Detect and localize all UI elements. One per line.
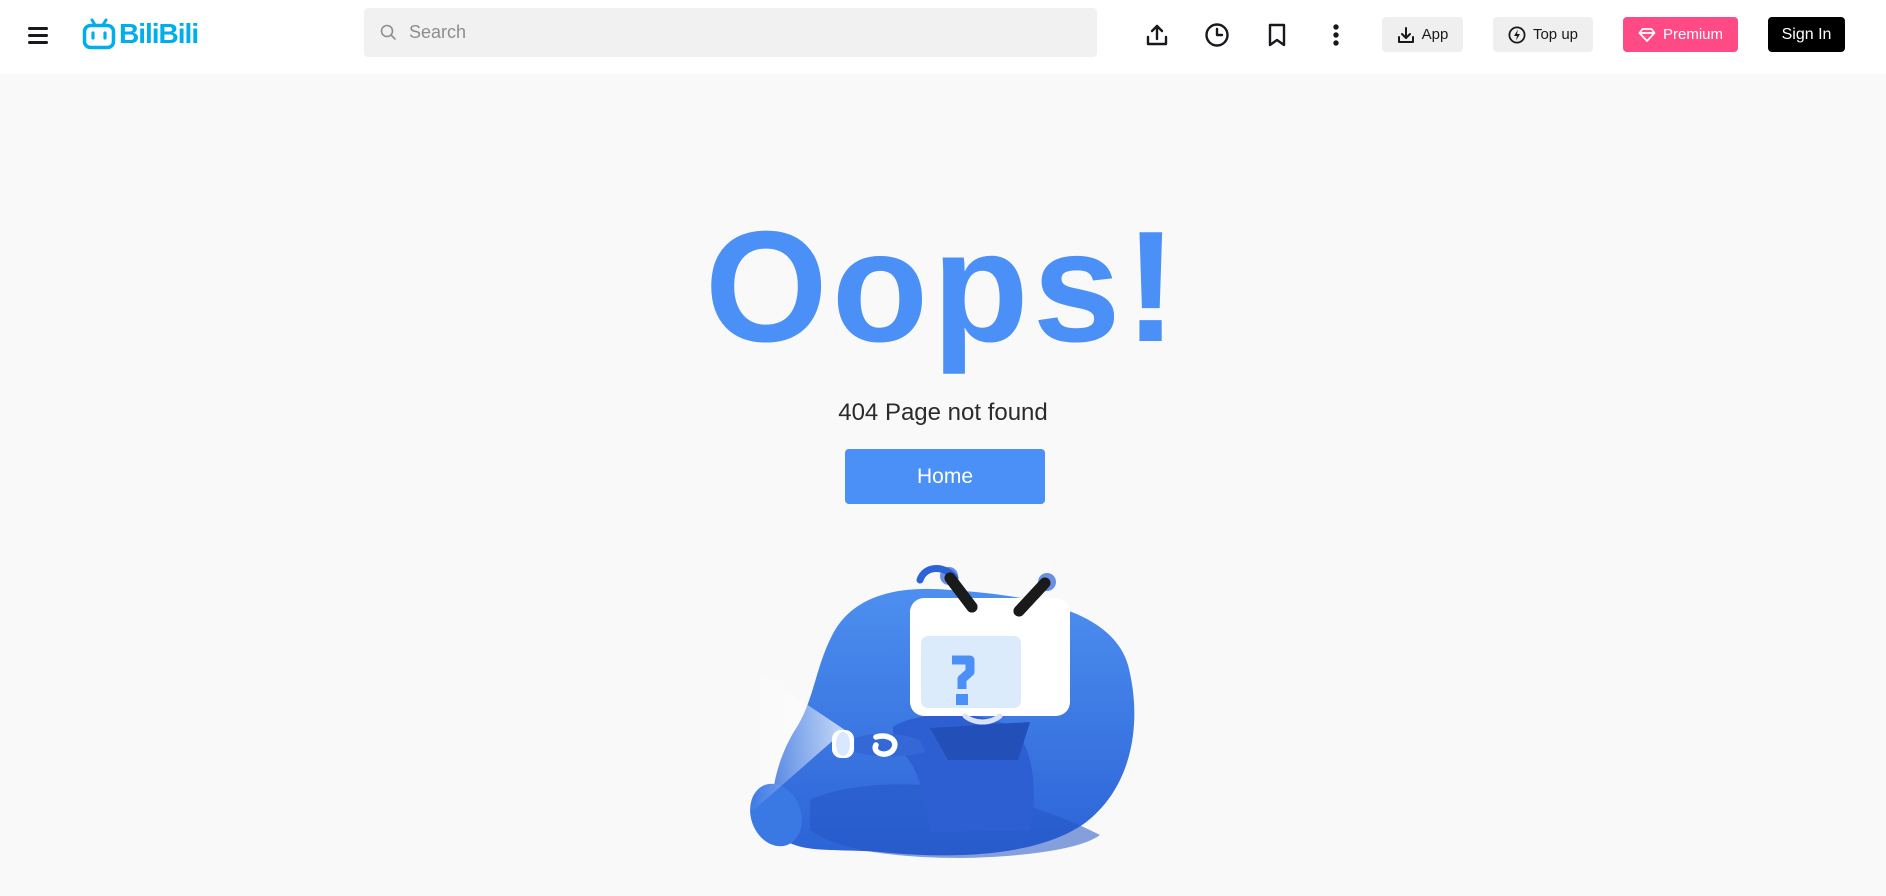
diamond-icon — [1638, 27, 1656, 42]
premium-label: Premium — [1662, 26, 1723, 43]
error-message: 404 Page not found — [838, 399, 1048, 426]
search-icon — [380, 24, 396, 40]
topup-label: Top up — [1532, 26, 1579, 43]
bilibili-tv-icon — [82, 18, 116, 50]
home-button[interactable]: Home — [845, 449, 1045, 504]
sign-in-button[interactable]: Sign In — [1768, 17, 1845, 52]
search-bar[interactable] — [364, 8, 1097, 57]
app-label: App — [1421, 26, 1449, 43]
logo-text: BiliBili — [119, 18, 199, 49]
search-input[interactable] — [409, 22, 1089, 43]
top-header: BiliBili App — [0, 0, 1886, 74]
premium-button[interactable]: Premium — [1623, 17, 1738, 52]
more-icon[interactable] — [1321, 20, 1351, 50]
sign-in-label: Sign In — [1781, 25, 1832, 43]
logo[interactable]: BiliBili — [82, 16, 199, 52]
upload-icon[interactable] — [1142, 20, 1172, 50]
error-headline: Oops! — [704, 199, 1182, 375]
app-button[interactable]: App — [1382, 17, 1463, 52]
tv-mascot-illustration — [748, 565, 1135, 858]
download-icon — [1397, 26, 1414, 43]
topup-button[interactable]: Top up — [1493, 17, 1593, 52]
history-icon[interactable] — [1202, 20, 1232, 50]
menu-icon[interactable] — [26, 24, 52, 46]
lightning-icon — [1508, 26, 1526, 43]
bookmark-icon[interactable] — [1262, 20, 1292, 50]
